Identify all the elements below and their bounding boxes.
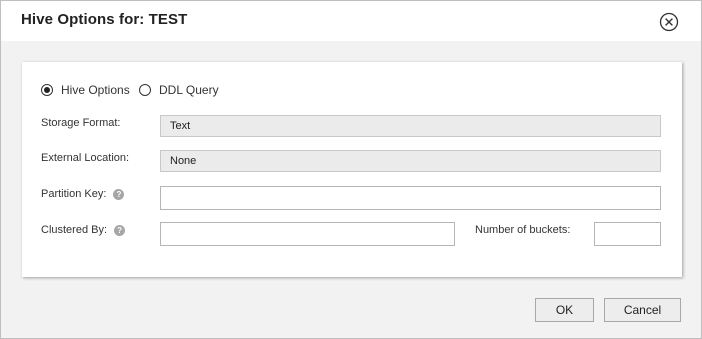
storage-format-label-text: Storage Format: xyxy=(41,117,121,129)
partition-key-label-text: Partition Key: xyxy=(41,188,107,200)
dialog-header: Hive Options for: TEST xyxy=(1,1,701,41)
number-of-buckets-label-text: Number of buckets: xyxy=(475,224,571,236)
help-icon[interactable]: ? xyxy=(114,224,126,236)
options-panel: Hive Options DDL Query Storage Format: T… xyxy=(22,62,682,277)
cancel-button[interactable]: Cancel xyxy=(604,298,681,322)
external-location-label-text: External Location: xyxy=(41,152,130,164)
close-icon[interactable] xyxy=(659,12,679,32)
clustered-by-label: Clustered By: ? xyxy=(41,224,126,236)
radio-label-hive-options: Hive Options xyxy=(61,83,130,97)
storage-format-label: Storage Format: xyxy=(41,117,120,129)
ok-button[interactable]: OK xyxy=(535,298,594,322)
clustered-by-input[interactable] xyxy=(160,222,455,246)
radio-button-ddl-query[interactable] xyxy=(139,84,151,96)
number-of-buckets-input[interactable] xyxy=(594,222,661,246)
help-icon[interactable]: ? xyxy=(113,188,125,200)
partition-key-label: Partition Key: ? xyxy=(41,188,125,200)
partition-key-input[interactable] xyxy=(160,186,661,210)
radio-hive-options[interactable]: Hive Options xyxy=(41,83,130,97)
radio-button-hive-options[interactable] xyxy=(41,84,53,96)
storage-format-field: Text xyxy=(160,115,661,137)
hive-options-dialog: Hive Options for: TEST Hive Options DDL … xyxy=(0,0,702,339)
dialog-title: Hive Options for: TEST xyxy=(21,11,188,28)
radio-label-ddl-query: DDL Query xyxy=(159,83,219,97)
clustered-by-label-text: Clustered By: xyxy=(41,224,108,236)
external-location-label: External Location: xyxy=(41,152,129,164)
radio-ddl-query[interactable]: DDL Query xyxy=(139,83,219,97)
external-location-field: None xyxy=(160,150,661,172)
number-of-buckets-label: Number of buckets: xyxy=(475,224,570,236)
